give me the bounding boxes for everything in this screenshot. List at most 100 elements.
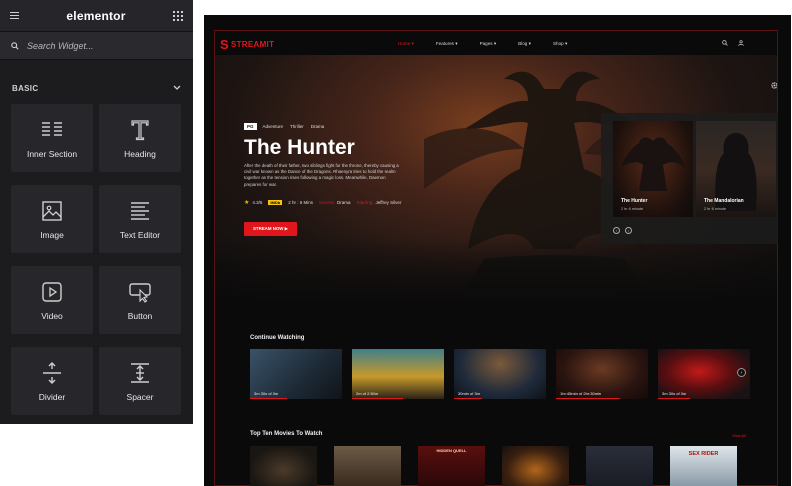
row-next-button[interactable]: ›	[737, 368, 746, 377]
site-frame	[214, 30, 778, 486]
widget-divider[interactable]: Divider	[11, 347, 93, 415]
widget-video[interactable]: Video	[11, 266, 93, 334]
watch-time: 2m of 2:50m	[356, 391, 379, 396]
watch-time: 3m 30s of 3m	[662, 391, 687, 396]
widget-grid: Inner Section Heading Image Text Editor …	[11, 104, 181, 415]
hero-duration: 2 hr : 6 Mins	[288, 200, 313, 205]
widget-label: Heading	[124, 148, 156, 159]
hero-meta: ★ 4.3/5 IMDb 2 hr : 6 Mins Genres: Drama…	[244, 199, 401, 206]
top-ten-poster[interactable]	[502, 446, 569, 486]
slider-card-title: The Mandalorian	[704, 198, 744, 204]
top-ten-poster[interactable]	[586, 446, 653, 486]
imdb-badge: IMDb	[268, 200, 283, 205]
widget-label: Divider	[38, 391, 66, 402]
genre-tag[interactable]: Thriller	[290, 124, 304, 129]
genre-tag[interactable]: Drama	[311, 124, 325, 129]
menu-features[interactable]: Features ▾	[436, 41, 458, 47]
watch-time: 3m 30s of 3m	[254, 391, 279, 396]
continue-item[interactable]: 1hr:45min of 2hr:30min	[556, 349, 648, 399]
starring-value: Jeffrey Silver	[375, 200, 402, 205]
hero-score: 4.3/5	[252, 200, 263, 205]
poster-title: SEX RIDER	[688, 451, 719, 457]
hero-description: After the death of their father, two sib…	[244, 163, 399, 187]
top-ten-poster[interactable]: SEX RIDER	[670, 446, 737, 486]
button-icon	[129, 282, 151, 303]
widget-inner-section[interactable]: Inner Section	[11, 104, 93, 172]
category-basic[interactable]: BASIC	[0, 74, 193, 102]
widget-search-bar[interactable]	[0, 31, 193, 60]
watch-time: 30min of 3m	[458, 391, 481, 396]
panel-header: elementor	[0, 0, 193, 31]
hero-slider: The Hunter 2 hr 6 minute The Mandalorian…	[601, 113, 778, 244]
widget-spacer[interactable]: Spacer	[99, 347, 181, 415]
top-ten-row: HIDDEN QUELL SEX RIDER	[250, 446, 754, 486]
view-all-link[interactable]: View All	[732, 433, 746, 438]
watch-progress-bar	[250, 397, 287, 399]
widget-label: Inner Section	[26, 148, 78, 159]
slider-card[interactable]: The Hunter 2 hr 6 minute	[613, 121, 693, 217]
watch-progress-bar	[454, 397, 482, 399]
continue-watching-heading: Continue Watching	[250, 335, 305, 341]
slider-card-duration: 2 hr 6 minute	[704, 207, 727, 211]
genres-value: Drama	[336, 200, 351, 205]
menu-blog[interactable]: Blog ▾	[518, 41, 531, 47]
continue-item[interactable]: 3m 30s of 3m	[658, 349, 750, 399]
starring-label: Starring:	[356, 200, 374, 205]
widget-text-editor[interactable]: Text Editor	[99, 185, 181, 253]
widget-label: Video	[41, 310, 63, 321]
menu-pages[interactable]: Pages ▾	[480, 41, 497, 47]
search-icon[interactable]	[722, 40, 728, 46]
widgets-grid-icon[interactable]	[173, 10, 183, 21]
widget-label: Button	[127, 310, 153, 321]
site-menu: Home ▾ Features ▾ Pages ▾ Blog ▾ Shop ▾	[398, 41, 589, 47]
menu-home[interactable]: Home ▾	[398, 41, 414, 47]
slider-card-duration: 2 hr 6 minute	[621, 207, 644, 211]
elementor-panel: elementor BASIC Inner Section Heading Im…	[0, 0, 193, 424]
inner-section-icon	[42, 121, 62, 136]
widget-label: Text Editor	[119, 229, 161, 240]
poster-title: HIDDEN QUELL	[436, 448, 467, 453]
top-ten-poster[interactable]	[250, 446, 317, 486]
widget-heading[interactable]: Heading	[99, 104, 181, 172]
video-icon	[42, 281, 62, 302]
top-ten-heading: Top Ten Movies To Watch	[250, 431, 323, 437]
slider-card[interactable]: The Mandalorian 2 hr 6 minute	[696, 121, 776, 217]
hero-title: The Hunter	[244, 136, 355, 159]
genres-label: Genres:	[318, 200, 335, 205]
slider-next-button[interactable]: ›	[625, 227, 632, 234]
continue-watching-row: 3m 30s of 3m 2m of 2:50m 30min of 3m 1hr…	[250, 349, 760, 399]
continue-item[interactable]: 2m of 2:50m	[352, 349, 444, 399]
site-logo[interactable]: S STREAMIT	[220, 37, 398, 52]
category-label: BASIC	[12, 83, 39, 93]
site-navbar: S STREAMIT Home ▾ Features ▾ Pages ▾ Blo…	[220, 33, 772, 55]
user-icon[interactable]	[738, 40, 744, 46]
logo-letter: S	[220, 36, 229, 52]
slider-prev-button[interactable]: ‹	[613, 227, 620, 234]
spacer-icon	[131, 362, 149, 383]
age-rating-badge: PG	[244, 123, 257, 130]
top-ten-poster[interactable]	[334, 446, 401, 486]
watch-progress-bar	[658, 397, 691, 399]
genre-tag[interactable]: Adventure	[263, 124, 284, 129]
search-input[interactable]	[25, 39, 169, 52]
widget-button[interactable]: Button	[99, 266, 181, 334]
nav-icons	[712, 40, 744, 46]
watch-progress-bar	[352, 397, 403, 399]
slider-card-title: The Hunter	[621, 198, 648, 204]
menu-shop[interactable]: Shop ▾	[553, 41, 567, 47]
text-editor-icon	[131, 201, 149, 220]
widget-label: Spacer	[126, 391, 154, 402]
hamburger-menu-icon[interactable]	[10, 12, 19, 20]
heading-icon	[131, 119, 149, 140]
continue-item[interactable]: 30min of 3m	[454, 349, 546, 399]
widget-image[interactable]: Image	[11, 185, 93, 253]
watch-time: 1hr:45min of 2hr:30min	[560, 391, 602, 396]
watch-progress-bar	[556, 397, 621, 399]
image-icon	[42, 200, 62, 221]
stream-now-button[interactable]: STREAM NOW ▶	[244, 222, 297, 236]
elementor-logo: elementor	[66, 8, 126, 23]
chevron-down-icon	[173, 85, 181, 90]
search-icon	[11, 41, 19, 50]
continue-item[interactable]: 3m 30s of 3m	[250, 349, 342, 399]
top-ten-poster[interactable]: HIDDEN QUELL	[418, 446, 485, 486]
